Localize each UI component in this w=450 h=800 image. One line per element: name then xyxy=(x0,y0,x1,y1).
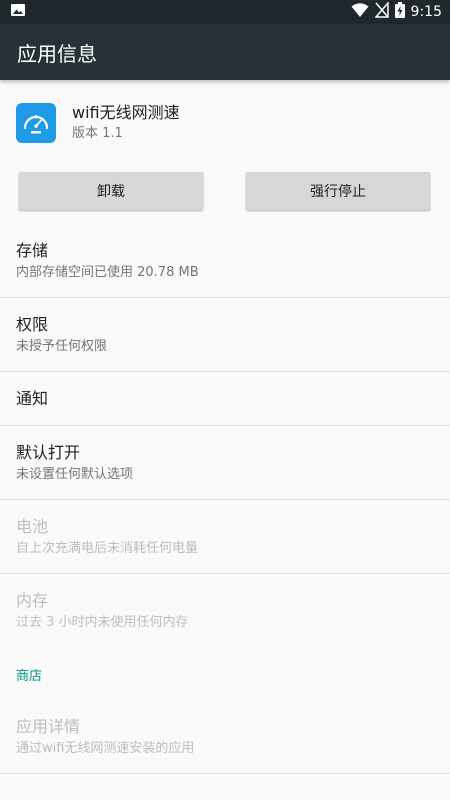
battery-item: 电池 自上次充满电后未消耗任何电量 xyxy=(0,500,450,574)
battery-subtitle: 自上次充满电后未消耗任何电量 xyxy=(16,540,199,556)
app-name: wifi无线网测速 xyxy=(72,103,180,122)
app-version: 版本 1.1 xyxy=(72,126,123,141)
permissions-item[interactable]: 权限 未授予任何权限 xyxy=(0,298,450,372)
settings-list: 存储 内部存储空间已使用 20.78 MB 权限 未授予任何权限 通知 默认打开… xyxy=(0,224,450,774)
app-details-title: 应用详情 xyxy=(16,716,81,736)
storage-title: 存储 xyxy=(16,240,49,260)
memory-subtitle: 过去 3 小时内未使用任何内存 xyxy=(16,615,189,630)
open-by-default-item[interactable]: 默认打开 未设置任何默认选项 xyxy=(0,426,450,500)
store-section-header: 商店 xyxy=(16,668,43,684)
permissions-title: 权限 xyxy=(16,314,49,334)
battery-title: 电池 xyxy=(16,516,49,536)
memory-item: 内存 过去 3 小时内未使用任何内存 xyxy=(0,574,450,648)
image-icon xyxy=(10,2,26,22)
page-title: 应用信息 xyxy=(17,41,97,66)
force-stop-button[interactable]: 强行停止 xyxy=(246,172,430,210)
app-details-item: 应用详情 通过wifi无线网测速安装的应用 xyxy=(0,700,450,774)
notifications-item[interactable]: 通知 xyxy=(0,372,450,426)
app-header: wifi无线网测速 版本 1.1 xyxy=(0,80,450,166)
wifi-icon xyxy=(351,2,369,22)
uninstall-button[interactable]: 卸载 xyxy=(19,172,203,210)
open-by-default-subtitle: 未设置任何默认选项 xyxy=(16,466,134,482)
app-details-subtitle: 通过wifi无线网测速安装的应用 xyxy=(16,740,195,756)
clock: 9:15 xyxy=(410,4,442,20)
notifications-title: 通知 xyxy=(16,388,49,408)
storage-item[interactable]: 存储 内部存储空间已使用 20.78 MB xyxy=(0,224,450,298)
speedometer-icon xyxy=(16,103,56,143)
app-bar: 应用信息 xyxy=(0,24,450,80)
action-buttons: 卸载 强行停止 xyxy=(0,172,450,210)
memory-title: 内存 xyxy=(16,591,49,610)
permissions-subtitle: 未授予任何权限 xyxy=(16,338,108,354)
no-sim-icon xyxy=(373,0,389,22)
open-by-default-title: 默认打开 xyxy=(16,442,81,462)
battery-charging-icon xyxy=(394,2,405,22)
storage-subtitle: 内部存储空间已使用 20.78 MB xyxy=(16,264,199,280)
status-bar: 9:15 xyxy=(0,0,450,24)
